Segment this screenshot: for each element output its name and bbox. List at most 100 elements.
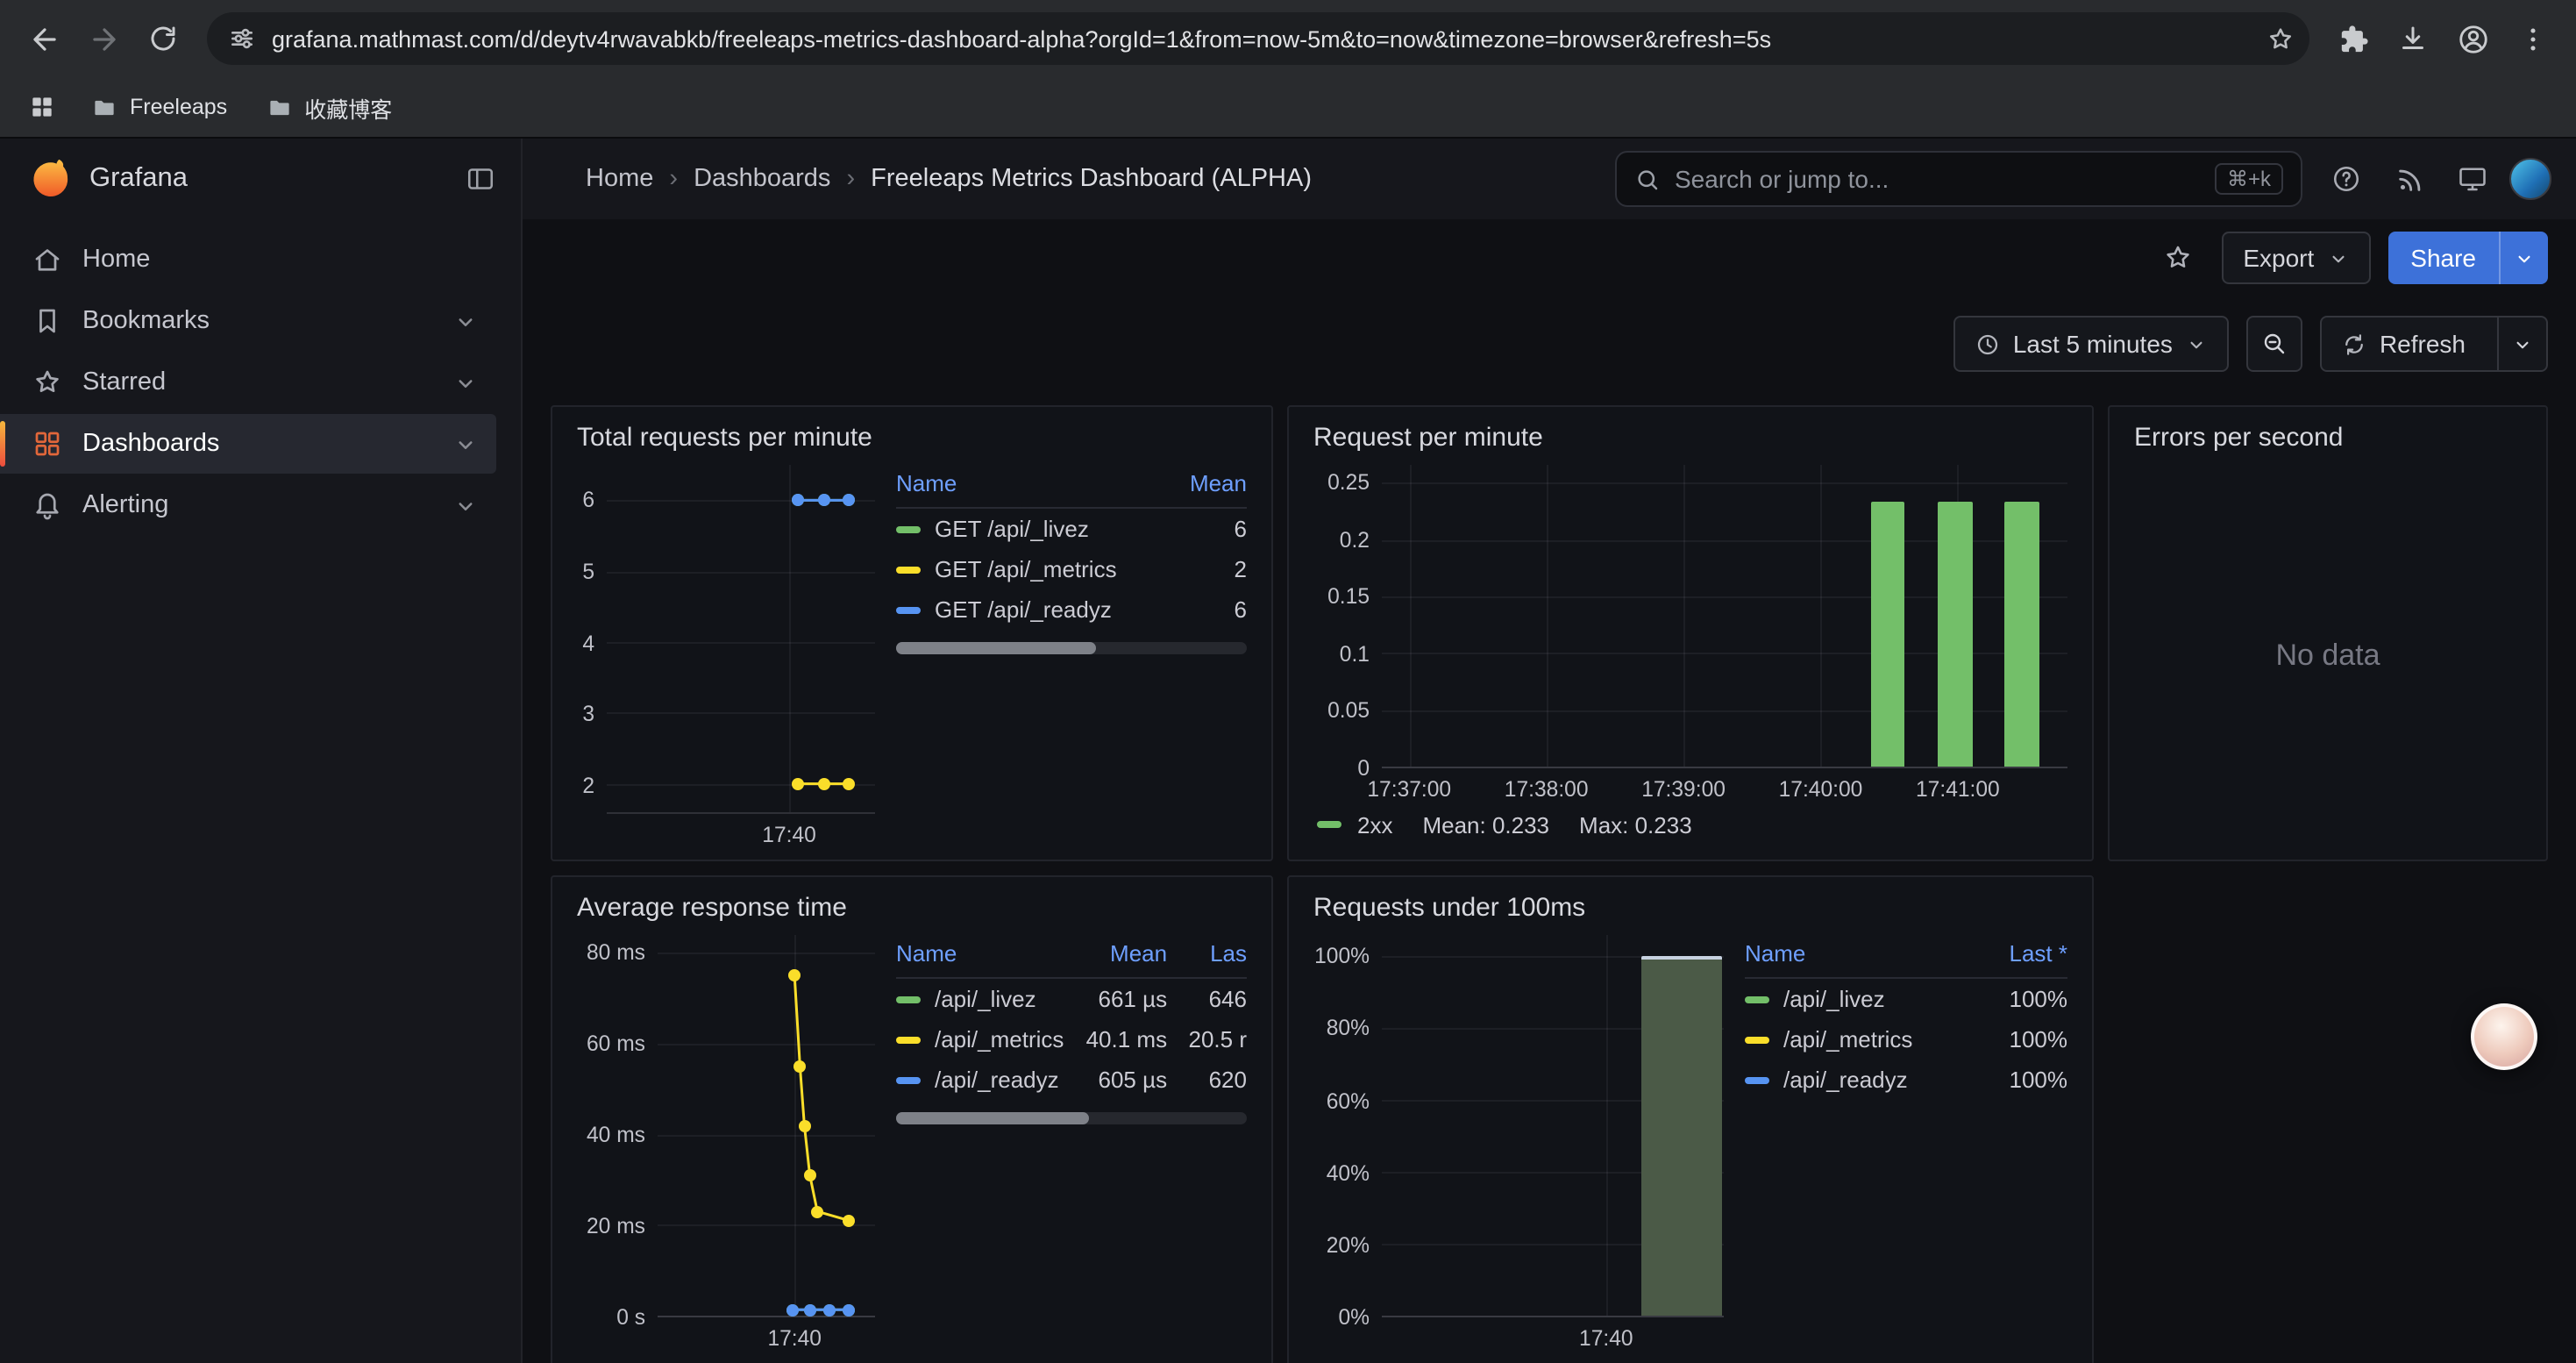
legend-header[interactable]: Name: [1745, 935, 1964, 978]
legend-name[interactable]: /api/_readyz: [1745, 1060, 1964, 1100]
export-button[interactable]: Export: [2222, 232, 2370, 284]
total-requests-chart[interactable]: 6543217:40: [577, 465, 875, 846]
total-requests-legend[interactable]: NameMeanGET /api/_livez6GET /api/_metric…: [896, 465, 1247, 654]
dock-menu-icon[interactable]: [465, 163, 496, 195]
legend-name[interactable]: /api/_metrics: [1745, 1019, 1964, 1060]
scrollbar-thumb[interactable]: [896, 642, 1096, 654]
requests-under-100ms-legend[interactable]: NameLast */api/_livez100%/api/_metrics10…: [1745, 935, 2067, 1100]
news-rss-icon[interactable]: [2383, 153, 2436, 205]
legend-name[interactable]: /api/_livez: [896, 979, 1064, 1019]
favorite-star-icon[interactable]: [2152, 232, 2204, 284]
url-text[interactable]: grafana.mathmast.com/d/deytv4rwavabkb/fr…: [272, 25, 2250, 52]
legend-header[interactable]: Mean: [1064, 935, 1167, 978]
back-icon[interactable]: [14, 9, 74, 68]
forward-icon[interactable]: [74, 9, 133, 68]
bar[interactable]: [2005, 503, 2039, 767]
search-input[interactable]: Search or jump to... ⌘+k: [1615, 151, 2302, 207]
legend-name[interactable]: /api/_readyz: [896, 1060, 1064, 1100]
extensions-icon[interactable]: [2323, 9, 2383, 68]
legend-row-item[interactable]: GET /api/_readyz6: [896, 589, 1247, 630]
chart-plot[interactable]: [607, 465, 875, 814]
share-menu-caret[interactable]: [2499, 232, 2548, 284]
refresh-interval-caret[interactable]: [2497, 318, 2546, 370]
legend-name[interactable]: /api/_metrics: [896, 1019, 1064, 1060]
chevron-down-icon[interactable]: [452, 492, 479, 518]
bookmark-star-icon[interactable]: [2266, 24, 2295, 54]
legend-name[interactable]: GET /api/_livez: [896, 509, 1155, 549]
legend-label[interactable]: 2xx: [1357, 811, 1392, 838]
legend-row-item[interactable]: GET /api/_livez6: [896, 508, 1247, 549]
legend-value: 661 µs: [1064, 978, 1167, 1019]
chart-plot[interactable]: [1382, 935, 1724, 1317]
request-per-minute-legend[interactable]: 2xxMean: 0.233Max: 0.233: [1313, 800, 2067, 846]
requests-under-100ms-chart[interactable]: 100%80%60%40%20%0%17:40: [1313, 935, 1724, 1349]
sidebar-item-alerting[interactable]: Alerting: [0, 475, 496, 535]
legend-row-item[interactable]: /api/_livez661 µs646: [896, 978, 1247, 1019]
legend-name[interactable]: /api/_livez: [1745, 979, 1964, 1019]
legend-scrollbar[interactable]: [896, 642, 1247, 654]
legend-row-item[interactable]: /api/_readyz100%: [1745, 1060, 2067, 1100]
chart-plot[interactable]: [1382, 465, 2067, 768]
bookmark-label: 收藏博客: [304, 90, 392, 124]
panel-title[interactable]: Requests under 100ms: [1313, 886, 2067, 935]
zoom-out-icon[interactable]: [2246, 316, 2302, 372]
legend-header[interactable]: Mean: [1155, 465, 1247, 508]
sidebar-item-bookmarks[interactable]: Bookmarks: [0, 291, 496, 351]
share-button[interactable]: Share: [2387, 232, 2548, 284]
chevron-down-icon[interactable]: [452, 308, 479, 334]
downloads-icon[interactable]: [2383, 9, 2443, 68]
site-settings-icon[interactable]: [228, 25, 256, 53]
scrollbar-thumb[interactable]: [896, 1112, 1089, 1124]
bookmark-folder-freeleaps[interactable]: Freeleaps: [77, 86, 241, 128]
chart-plot[interactable]: [658, 935, 875, 1317]
user-avatar[interactable]: [2509, 158, 2551, 200]
sidebar-item-starred[interactable]: Starred: [0, 353, 496, 412]
legend-row-item[interactable]: /api/_metrics40.1 ms20.5 r: [896, 1019, 1247, 1060]
data-point: [843, 1303, 855, 1316]
chevron-down-icon[interactable]: [452, 369, 479, 396]
legend-row-item[interactable]: GET /api/_metrics2: [896, 549, 1247, 589]
chevron-down-icon[interactable]: [452, 431, 479, 457]
breadcrumb-home[interactable]: Home: [586, 165, 653, 193]
bookmark-folder-blogs[interactable]: 收藏博客: [252, 86, 406, 128]
avg-response-time-legend[interactable]: NameMeanLas/api/_livez661 µs646/api/_met…: [896, 935, 1247, 1124]
legend-row-item[interactable]: /api/_metrics100%: [1745, 1019, 2067, 1060]
nav-label: Alerting: [82, 491, 168, 519]
panel-title[interactable]: Errors per second: [2134, 416, 2522, 465]
chat-assistant-avatar[interactable]: [2471, 1003, 2537, 1070]
legend-name[interactable]: GET /api/_readyz: [896, 589, 1155, 630]
legend-header[interactable]: Last *: [1964, 935, 2067, 978]
legend-row-item[interactable]: /api/_livez100%: [1745, 978, 2067, 1019]
sidebar-item-dashboards[interactable]: Dashboards: [0, 414, 496, 474]
address-bar[interactable]: grafana.mathmast.com/d/deytv4rwavabkb/fr…: [207, 12, 2309, 65]
legend-header[interactable]: Name: [896, 465, 1155, 508]
bar[interactable]: [1871, 503, 1905, 767]
breadcrumb-dashboards[interactable]: Dashboards: [694, 165, 830, 193]
panel-title[interactable]: Request per minute: [1313, 416, 2067, 465]
legend-name[interactable]: GET /api/_metrics: [896, 549, 1155, 589]
legend-scrollbar[interactable]: [896, 1112, 1247, 1124]
panel-title[interactable]: Average response time: [577, 886, 1247, 935]
share-label[interactable]: Share: [2387, 232, 2499, 284]
menu-kebab-icon[interactable]: [2502, 9, 2562, 68]
legend-row-item[interactable]: /api/_readyz605 µs620: [896, 1060, 1247, 1100]
series-lines: [658, 935, 875, 1316]
monitor-kiosk-icon[interactable]: [2446, 153, 2499, 205]
legend-header[interactable]: Las: [1167, 935, 1247, 978]
legend-value: 646: [1167, 978, 1247, 1019]
sidebar-item-home[interactable]: Home: [0, 230, 496, 289]
bar[interactable]: [1640, 957, 1721, 1316]
refresh-button[interactable]: Refresh: [2320, 316, 2548, 372]
legend-header[interactable]: Name: [896, 935, 1064, 978]
panel-title[interactable]: Total requests per minute: [577, 416, 1247, 465]
request-per-minute-chart[interactable]: 0.250.20.150.10.05017:37:0017:38:0017:39…: [1313, 465, 2067, 800]
profile-icon[interactable]: [2443, 9, 2502, 68]
apps-grid-icon[interactable]: [18, 82, 67, 132]
time-range-picker[interactable]: Last 5 minutes: [1953, 316, 2229, 372]
avg-response-time-chart[interactable]: 80 ms60 ms40 ms20 ms0 s17:40: [577, 935, 875, 1349]
y-axis-label: 0%: [1338, 1305, 1370, 1330]
help-icon[interactable]: [2320, 153, 2373, 205]
grafana-logo[interactable]: [28, 157, 72, 201]
reload-icon[interactable]: [133, 9, 193, 68]
bar[interactable]: [1938, 503, 1972, 767]
